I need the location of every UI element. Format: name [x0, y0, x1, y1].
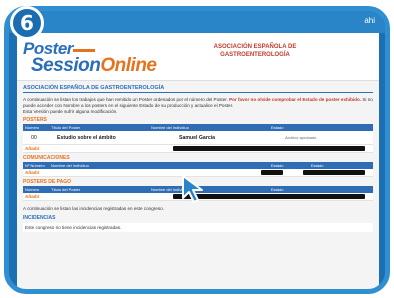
org-line-1: ASOCIACIÓN ESPAÑOLA DE [213, 44, 297, 50]
col-header-status-2: Estado [311, 163, 324, 169]
intro-line-1: A continuación se listan los trabajos qu… [23, 97, 228, 102]
poster-status: Archivo aprobado [285, 135, 317, 141]
posters-add-link[interactable]: Añadir [23, 146, 173, 151]
comunicaciones-section-label: COMUNICACIONES [23, 155, 70, 162]
browser-screen: Poster SessionOnline ASOCIACIÓN ESPAÑOLA… [17, 33, 379, 289]
intro-line-3: Esta Versión puede sufrir alguna modific… [23, 108, 118, 114]
window-titlebar: ahi [9, 11, 385, 33]
comunicaciones-table-header: Nº Número Nombre del Individuo Estado Es… [23, 162, 373, 170]
col-header-title: Título del Poster [51, 187, 81, 193]
redacted-bar [303, 170, 365, 176]
col-header-title: Título del Poster [51, 125, 81, 131]
comunicaciones-add-link[interactable]: Añadir [23, 170, 261, 175]
posters-de-pago-add-link[interactable]: Añadir [23, 194, 173, 199]
poster-title[interactable]: Estudio sobre el ámbito [49, 135, 149, 141]
page-title: ASOCIACIÓN ESPAÑOLA DE GASTROENTEROLOGÍA [23, 85, 373, 93]
brand-online-word: Online [100, 55, 157, 76]
col-header-status: Estado [271, 187, 284, 193]
incidents-note: A continuación se listan las incidencias… [23, 206, 164, 212]
incidents-row: Este congreso no tiene incidencias regis… [23, 223, 373, 233]
tutorial-frame: ahi Poster SessionOnline ASOCIACIÓN ESPA… [4, 6, 390, 294]
incidents-section-label: INCIDENCIAS [23, 215, 56, 222]
col-header-author: Nombre del Individuo [151, 125, 189, 131]
brand-session-word: Session [31, 55, 101, 76]
redacted-bar [261, 170, 283, 176]
brand-dash [73, 49, 95, 52]
poster-number: 00 [31, 134, 37, 141]
col-header-author: Nombre del Individuo [51, 163, 89, 169]
col-header-status: Estado [271, 125, 284, 131]
posters-section-label: POSTERS [23, 117, 47, 124]
intro-bold: Por favor no olvide comprobar el Estado … [229, 97, 362, 102]
brand-session-text: SessionOnline [31, 55, 157, 77]
col-header-number: Nº Número [25, 163, 45, 169]
step-number-badge: 6 [10, 6, 44, 40]
redacted-bar [173, 146, 365, 152]
posters-table-header: Número Título del Poster Nombre del Indi… [23, 124, 373, 132]
col-header-author: Nombre del Individuo [151, 187, 189, 193]
mouse-cursor-icon [182, 175, 203, 203]
table-row[interactable]: 00 Estudio sobre el ámbito Samuel García… [23, 131, 373, 146]
organization-name: ASOCIACIÓN ESPAÑOLA DE GASTROENTEROLOGÍA [195, 43, 315, 59]
poster-author: Samuel García [179, 134, 216, 141]
col-header-number: Número [25, 125, 40, 131]
org-line-2: GASTROENTEROLOGÍA [220, 52, 290, 58]
intro-paragraph: A continuación se listan los trabajos qu… [23, 97, 373, 114]
col-header-number: Número [25, 187, 40, 193]
col-header-status: Estado [271, 163, 284, 169]
site-header: Poster SessionOnline ASOCIACIÓN ESPAÑOLA… [17, 33, 379, 81]
corner-logo: ahi [364, 16, 375, 25]
table-row: Añadir [23, 145, 373, 154]
